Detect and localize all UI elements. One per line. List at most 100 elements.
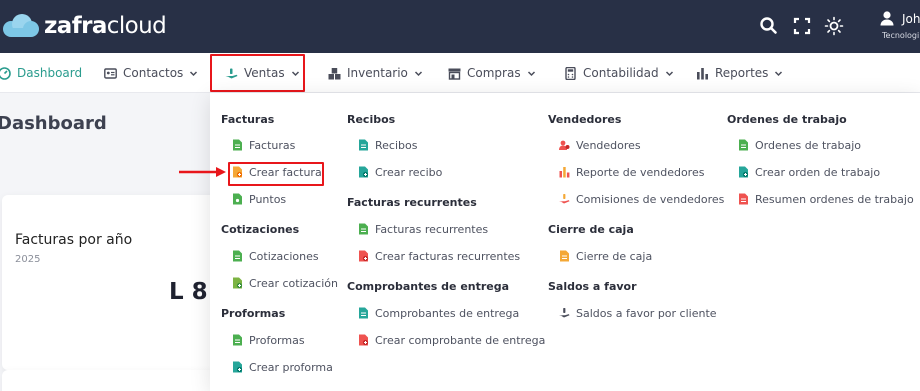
section-header-proformas: Proformas xyxy=(221,307,286,320)
menu-item-crear-orden-de-trabajo[interactable]: Crear orden de trabajo xyxy=(738,164,880,180)
nav-contactos-label: Contactos xyxy=(123,66,184,80)
user-avatar-icon[interactable] xyxy=(879,10,895,26)
menu-item-facturas[interactable]: Facturas xyxy=(232,137,295,153)
receipt-icon xyxy=(359,139,368,151)
nav-compras[interactable]: Compras xyxy=(448,53,536,93)
hand-holding-icon xyxy=(559,308,570,318)
menu-item-label: Saldos a favor por cliente xyxy=(576,306,717,320)
file-points-icon xyxy=(233,193,242,205)
logo-text: zafracloud xyxy=(44,13,167,39)
top-bar: zafracloud Joh Tecnologi xyxy=(0,0,920,53)
chevron-down-icon xyxy=(414,70,422,76)
section-header-facturas-recurrentes: Facturas recurrentes xyxy=(347,196,477,209)
menu-item-facturas-recurrentes[interactable]: Facturas recurrentes xyxy=(358,221,488,237)
user-company: Tecnologi xyxy=(882,31,920,40)
bar-chart-icon xyxy=(559,167,570,178)
file-plus-icon xyxy=(359,250,369,262)
file-delivery-icon xyxy=(359,307,368,319)
crear-factura-highlight-box xyxy=(228,162,324,186)
menu-item-reporte-de-vendedores[interactable]: Reporte de vendedores xyxy=(559,164,704,180)
menu-item-label: Crear proforma xyxy=(249,360,333,374)
nav-contabilidad-label: Contabilidad xyxy=(583,66,659,80)
nav-reportes[interactable]: Reportes xyxy=(696,53,783,93)
section-header-facturas: Facturas xyxy=(221,113,275,126)
main-nav: Dashboard Contactos Ventas Inventario Co… xyxy=(0,53,920,93)
menu-item-label: Crear cotización xyxy=(249,276,338,290)
file-icon xyxy=(233,334,242,346)
ventas-dropdown-menu: Facturas Facturas Crear factura Puntos C… xyxy=(210,93,920,391)
file-plus-icon xyxy=(233,361,243,373)
user-name[interactable]: Joh xyxy=(902,12,920,26)
menu-item-crear-facturas-recurrentes[interactable]: Crear facturas recurrentes xyxy=(358,248,520,264)
menu-item-label: Crear comprobante de entrega xyxy=(375,333,546,347)
nav-dashboard[interactable]: Dashboard xyxy=(0,53,82,93)
file-plus-icon xyxy=(739,166,749,178)
menu-item-label: Comisiones de vendedores xyxy=(576,192,725,206)
menu-item-cotizaciones[interactable]: Cotizaciones xyxy=(232,248,319,264)
menu-item-resumen-ordenes-de-trabajo[interactable]: Resumen ordenes de trabajo xyxy=(738,191,914,207)
menu-item-label: Recibos xyxy=(375,138,418,152)
menu-item-label: Resumen ordenes de trabajo xyxy=(755,192,914,206)
chevron-down-icon xyxy=(190,70,198,76)
file-plus-icon xyxy=(233,277,243,289)
nav-inventario-label: Inventario xyxy=(347,66,408,80)
menu-item-label: Comprobantes de entrega xyxy=(375,306,520,320)
boxes-icon xyxy=(328,67,341,79)
nav-reportes-label: Reportes xyxy=(715,66,769,80)
menu-item-comisiones-de-vendedores[interactable]: Comisiones de vendedores xyxy=(559,191,724,207)
file-recurring-icon xyxy=(359,223,368,235)
menu-item-recibos[interactable]: Recibos xyxy=(358,137,417,153)
chevron-down-icon xyxy=(775,70,783,76)
menu-item-label: Puntos xyxy=(249,192,287,206)
menu-item-crear-comprobante[interactable]: Crear comprobante de entrega xyxy=(358,332,545,348)
file-summary-icon xyxy=(739,193,748,205)
menu-item-label: Reporte de vendedores xyxy=(576,165,705,179)
file-invoice-icon xyxy=(233,139,242,151)
users-icon xyxy=(559,140,570,150)
nav-contactos[interactable]: Contactos xyxy=(104,53,198,93)
menu-item-label: Crear facturas recurrentes xyxy=(375,249,521,263)
nav-contabilidad[interactable]: Contabilidad xyxy=(564,53,674,93)
nav-compras-label: Compras xyxy=(467,66,521,80)
file-quote-icon xyxy=(233,250,242,262)
file-plus-icon xyxy=(359,166,369,178)
menu-item-label: Ordenes de trabajo xyxy=(755,138,862,152)
chevron-down-icon xyxy=(665,70,673,76)
store-icon xyxy=(448,68,461,80)
search-icon[interactable] xyxy=(759,16,779,36)
menu-item-crear-recibo[interactable]: Crear recibo xyxy=(358,164,442,180)
file-plus-icon xyxy=(359,334,369,346)
menu-item-label: Facturas xyxy=(249,138,296,152)
fullscreen-icon[interactable] xyxy=(792,16,812,36)
app-logo[interactable]: zafracloud xyxy=(0,11,167,41)
menu-item-label: Facturas recurrentes xyxy=(375,222,489,236)
section-header-cotizaciones: Cotizaciones xyxy=(221,223,300,236)
menu-item-vendedores[interactable]: Vendedores xyxy=(559,137,641,153)
bar-chart-icon xyxy=(697,67,708,79)
menu-item-ordenes-de-trabajo[interactable]: Ordenes de trabajo xyxy=(738,137,861,153)
cash-register-icon xyxy=(560,250,569,262)
menu-item-comprobantes-de-entrega[interactable]: Comprobantes de entrega xyxy=(358,305,519,321)
file-work-order-icon xyxy=(739,139,748,151)
menu-item-label: Crear recibo xyxy=(375,165,443,179)
menu-item-label: Cotizaciones xyxy=(249,249,319,263)
cloud-logo-icon xyxy=(3,14,39,37)
address-card-icon xyxy=(104,67,117,79)
chevron-down-icon xyxy=(527,70,535,76)
hand-holding-dollar-icon xyxy=(559,194,570,204)
calculator-icon xyxy=(565,66,576,80)
menu-item-proformas[interactable]: Proformas xyxy=(232,332,305,348)
menu-item-label: Crear orden de trabajo xyxy=(755,165,881,179)
menu-item-cierre-de-caja[interactable]: Cierre de caja xyxy=(559,248,652,264)
menu-item-label: Vendedores xyxy=(576,138,641,152)
theme-toggle-sun-icon[interactable] xyxy=(824,16,844,36)
menu-item-crear-cotizacion[interactable]: Crear cotización xyxy=(232,275,338,291)
dashboard-icon xyxy=(0,66,11,80)
section-header-vendedores: Vendedores xyxy=(548,113,622,126)
nav-inventario[interactable]: Inventario xyxy=(328,53,423,93)
menu-item-puntos[interactable]: Puntos xyxy=(232,191,286,207)
nav-dashboard-label: Dashboard xyxy=(17,66,83,80)
section-header-ordenes-de-trabajo: Ordenes de trabajo xyxy=(727,113,847,126)
menu-item-crear-proforma[interactable]: Crear proforma xyxy=(232,359,333,375)
menu-item-saldos-a-favor-por-cliente[interactable]: Saldos a favor por cliente xyxy=(559,305,717,321)
